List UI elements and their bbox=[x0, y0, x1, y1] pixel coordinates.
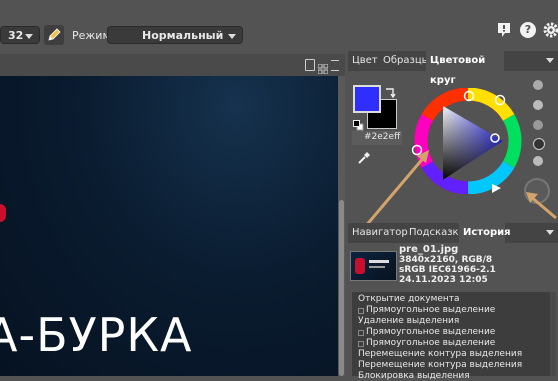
list-item[interactable]: Перемещение контура выделения bbox=[358, 360, 522, 370]
list-item[interactable]: Прямоугольное выделение bbox=[357, 305, 495, 315]
brush-size-value: 32 bbox=[8, 29, 24, 42]
grid-view-icon[interactable] bbox=[317, 59, 329, 75]
tab-color[interactable]: Цвет bbox=[348, 51, 382, 71]
lower-panel-tabs: Навигатор Подсказка История bbox=[348, 223, 558, 243]
menu-icon[interactable] bbox=[331, 60, 339, 71]
snapshot-filename: pre_01.jpg bbox=[399, 244, 459, 255]
foreground-color-swatch[interactable] bbox=[353, 85, 381, 113]
snapshot-dimensions: 3840x2160, RGB/8 bbox=[399, 255, 493, 265]
document-headline: А-БУРКА bbox=[0, 308, 193, 362]
list-item[interactable]: Открытие документа bbox=[358, 294, 460, 304]
history-scrollbar[interactable] bbox=[550, 292, 556, 376]
snapshot-profile: sRGB IEC61966-2.1 bbox=[399, 265, 496, 275]
wheel-mode-dot-3[interactable] bbox=[533, 120, 543, 130]
document-tab-strip bbox=[0, 54, 345, 77]
color-panel-tabs: Цвет Образцы Цветовой круг bbox=[348, 51, 558, 86]
history-list: Открытие документа Прямоугольное выделен… bbox=[352, 292, 550, 381]
swap-colors-icon[interactable] bbox=[384, 84, 396, 99]
gear-icon[interactable] bbox=[542, 21, 558, 39]
panel-menu-icon[interactable] bbox=[546, 58, 554, 63]
list-item[interactable]: Прямоугольное выделение bbox=[357, 338, 495, 348]
tab-color-wheel[interactable]: Цветовой круг bbox=[426, 51, 504, 86]
options-toolbar: 32 Режим: Нормальный ? bbox=[0, 0, 558, 48]
notifications-icon[interactable] bbox=[497, 22, 511, 38]
help-icon[interactable]: ? bbox=[520, 22, 536, 38]
tab-history[interactable]: История bbox=[459, 223, 511, 243]
list-item[interactable]: Прямоугольное выделение bbox=[357, 327, 495, 337]
chevron-down-icon bbox=[228, 34, 236, 39]
wheel-mode-dot-5[interactable] bbox=[533, 156, 543, 166]
scrollbar-thumb[interactable] bbox=[339, 200, 344, 376]
wheel-mode-dot-4[interactable] bbox=[533, 138, 545, 150]
chevron-down-icon bbox=[25, 34, 33, 39]
document-image[interactable]: А-БУРКА bbox=[0, 76, 338, 376]
panel-menu-icon[interactable] bbox=[546, 230, 554, 235]
list-item[interactable]: Перемещение контура выделения bbox=[358, 349, 522, 359]
wheel-mode-dot-1[interactable] bbox=[533, 80, 543, 90]
default-colors-icon[interactable] bbox=[353, 116, 364, 131]
snapshot-date: 24.11.2023 12:05 bbox=[399, 275, 488, 285]
wheel-mode-dot-2[interactable] bbox=[533, 100, 543, 110]
pencil-icon bbox=[48, 28, 61, 41]
pencil-tool-button[interactable] bbox=[44, 25, 64, 45]
annotation-arrow-2 bbox=[526, 192, 557, 220]
blend-mode-dropdown[interactable]: Нормальный bbox=[107, 26, 243, 44]
list-item[interactable]: Удаление выделения bbox=[358, 316, 459, 326]
history-snapshot-thumbnail[interactable] bbox=[350, 251, 397, 281]
tab-navigator[interactable]: Навигатор bbox=[348, 223, 412, 243]
document-icon[interactable] bbox=[305, 59, 315, 71]
list-item[interactable]: Блокировка выделения bbox=[358, 371, 470, 381]
brush-size-dropdown[interactable]: 32 bbox=[0, 26, 40, 44]
hex-color-field[interactable]: #2e2eff bbox=[352, 131, 402, 145]
hex-color-value: #2e2eff bbox=[364, 132, 401, 142]
red-accent-shape bbox=[0, 204, 6, 222]
blend-mode-value: Нормальный bbox=[142, 29, 224, 42]
